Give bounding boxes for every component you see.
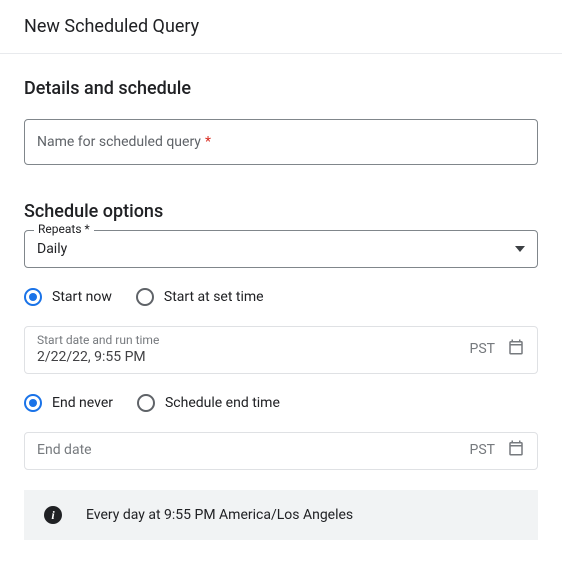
end-tz: PST (470, 442, 496, 458)
end-never-radio[interactable]: End never (24, 394, 113, 412)
radio-icon (137, 394, 155, 412)
details-section-title: Details and schedule (24, 78, 538, 99)
radio-icon (24, 394, 42, 412)
repeats-select-wrap: Repeats * Daily (24, 230, 538, 268)
start-set-time-label: Start at set time (164, 289, 264, 305)
query-name-placeholder: Name for scheduled query (37, 134, 201, 150)
schedule-section-title: Schedule options (24, 201, 538, 222)
content-area: Details and schedule Name for scheduled … (0, 54, 562, 564)
start-tz: PST (470, 341, 496, 357)
query-name-input[interactable]: Name for scheduled query * (24, 119, 538, 165)
repeats-value: Daily (37, 241, 67, 257)
calendar-icon[interactable] (507, 439, 525, 461)
calendar-icon[interactable] (507, 338, 525, 360)
page-header: New Scheduled Query (0, 0, 562, 54)
repeats-select[interactable]: Daily (24, 230, 538, 268)
end-radio-group: End never Schedule end time (24, 394, 538, 412)
required-asterisk: * (205, 134, 211, 150)
chevron-down-icon (515, 246, 525, 252)
start-date-value: 2/22/22, 9:55 PM (37, 349, 470, 365)
info-icon: i (44, 506, 62, 524)
page-title: New Scheduled Query (24, 16, 538, 37)
end-never-label: End never (52, 395, 113, 411)
start-set-time-radio[interactable]: Start at set time (136, 288, 264, 306)
end-set-time-radio[interactable]: Schedule end time (137, 394, 280, 412)
start-date-field[interactable]: Start date and run time 2/22/22, 9:55 PM… (24, 326, 538, 374)
end-set-time-label: Schedule end time (165, 395, 280, 411)
start-now-radio[interactable]: Start now (24, 288, 112, 306)
radio-icon (24, 288, 42, 306)
schedule-summary-bar: i Every day at 9:55 PM America/Los Angel… (24, 490, 538, 540)
repeats-label: Repeats * (34, 222, 94, 236)
start-radio-group: Start now Start at set time (24, 288, 538, 306)
end-date-field[interactable]: End date PST (24, 432, 538, 470)
radio-icon (136, 288, 154, 306)
start-date-label: Start date and run time (37, 333, 470, 347)
schedule-summary-text: Every day at 9:55 PM America/Los Angeles (86, 507, 353, 523)
end-date-placeholder: End date (37, 442, 470, 458)
start-now-label: Start now (52, 289, 112, 305)
